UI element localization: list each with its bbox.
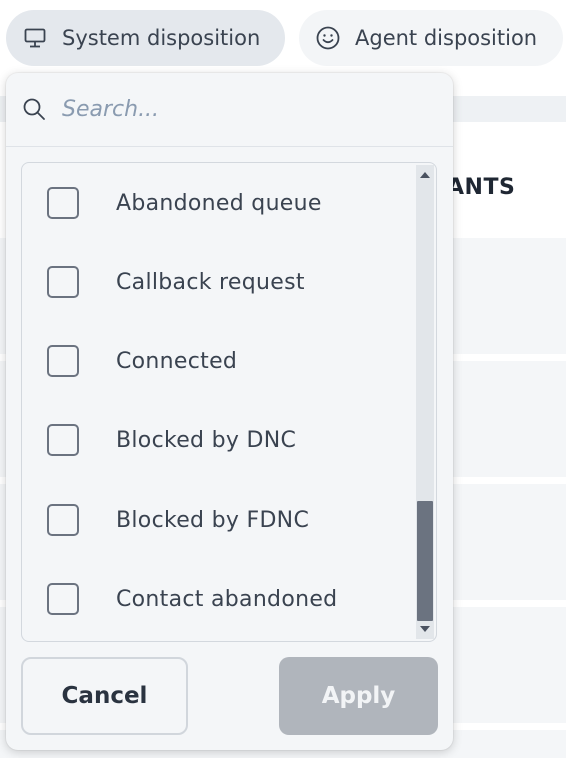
option-label: Abandoned queue <box>116 190 322 216</box>
option-connected[interactable]: Connected <box>22 331 414 391</box>
checkbox[interactable] <box>47 187 79 219</box>
scrollbar[interactable] <box>416 165 434 639</box>
option-label: Contact abandoned <box>116 586 338 612</box>
option-label: Callback request <box>116 269 305 295</box>
apply-button[interactable]: Apply <box>279 657 438 735</box>
scroll-up-arrow-icon[interactable] <box>416 167 434 183</box>
options-list: Abandoned queue Callback request Connect… <box>21 162 437 642</box>
search-input[interactable] <box>62 96 402 122</box>
column-header: ANTS <box>447 175 516 200</box>
option-label: Connected <box>116 348 238 374</box>
divider <box>6 146 453 147</box>
agent-disposition-label: Agent disposition <box>355 26 538 50</box>
monitor-icon <box>24 28 46 48</box>
option-blocked-by-dnc[interactable]: Blocked by DNC <box>22 410 414 470</box>
smiley-icon <box>316 26 340 50</box>
system-disposition-label: System disposition <box>62 26 261 50</box>
agent-disposition-filter[interactable]: Agent disposition <box>299 10 563 66</box>
checkbox[interactable] <box>47 424 79 456</box>
scroll-down-arrow-icon[interactable] <box>416 621 434 637</box>
checkbox[interactable] <box>47 504 79 536</box>
cancel-button[interactable]: Cancel <box>21 657 188 735</box>
option-label: Blocked by FDNC <box>116 507 310 533</box>
option-callback-request[interactable]: Callback request <box>22 252 414 312</box>
option-contact-abandoned[interactable]: Contact abandoned <box>22 569 414 629</box>
disposition-dropdown: Abandoned queue Callback request Connect… <box>6 73 453 750</box>
checkbox[interactable] <box>47 583 79 615</box>
option-blocked-by-fdnc[interactable]: Blocked by FDNC <box>22 490 414 550</box>
search-icon <box>22 97 46 121</box>
checkbox[interactable] <box>47 266 79 298</box>
system-disposition-filter[interactable]: System disposition <box>6 10 285 66</box>
option-abandoned-queue[interactable]: Abandoned queue <box>22 173 414 233</box>
search-bar <box>6 73 453 145</box>
option-label: Blocked by DNC <box>116 427 297 453</box>
checkbox[interactable] <box>47 345 79 377</box>
scrollbar-thumb[interactable] <box>417 501 433 621</box>
